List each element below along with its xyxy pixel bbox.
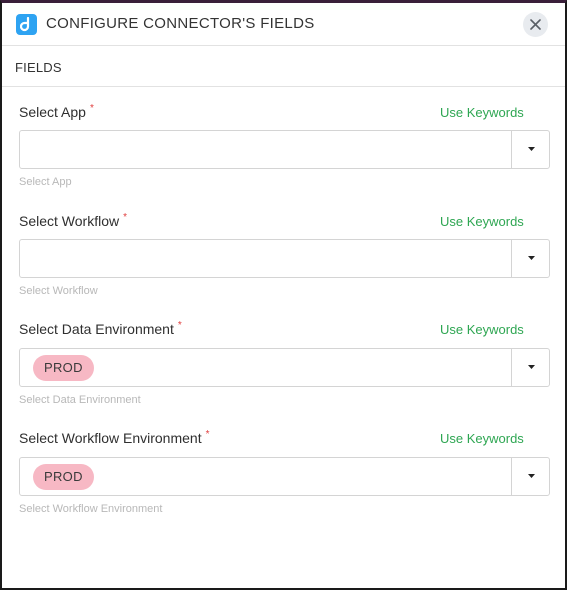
selected-tag-prod[interactable]: PROD (33, 355, 94, 381)
caret-down-icon (528, 256, 535, 260)
select-app-input[interactable] (19, 130, 512, 169)
select-workflow-input[interactable] (19, 239, 512, 278)
select-data-environment-dropdown-button[interactable] (511, 348, 550, 387)
select-workflow-environment-input[interactable]: PROD (19, 457, 512, 496)
close-icon (530, 19, 541, 30)
fields-section-label: FIELDS (15, 60, 62, 75)
select-workflow-environment-label-text: Select Workflow Environment (19, 430, 202, 446)
required-marker: * (89, 103, 94, 114)
caret-down-icon (528, 474, 535, 478)
select-workflow-dropdown-button[interactable] (511, 239, 550, 278)
select-data-environment-input[interactable]: PROD (19, 348, 512, 387)
select-app-dropdown-button[interactable] (511, 130, 550, 169)
caret-down-icon (528, 147, 535, 151)
connector-logo-icon (16, 14, 37, 35)
dialog: CONFIGURE CONNECTOR'S FIELDS FIELDS Sele… (0, 0, 567, 590)
required-marker: * (205, 429, 210, 440)
select-workflow-environment-label: Select Workflow Environment * (19, 429, 210, 446)
select-data-environment-label: Select Data Environment * (19, 320, 182, 337)
selected-tag-prod[interactable]: PROD (33, 464, 94, 490)
select-app-label-text: Select App (19, 104, 86, 120)
select-workflow-label-text: Select Workflow (19, 213, 120, 229)
dialog-title: CONFIGURE CONNECTOR'S FIELDS (46, 15, 315, 32)
select-workflow-hint: Select Workflow (19, 285, 98, 297)
select-workflow-environment-dropdown-button[interactable] (511, 457, 550, 496)
required-marker: * (123, 212, 128, 223)
dialog-header: CONFIGURE CONNECTOR'S FIELDS (2, 3, 565, 46)
select-workflow-environment-hint: Select Workflow Environment (19, 503, 163, 515)
select-workflow-label: Select Workflow * (19, 212, 128, 229)
select-data-environment-hint: Select Data Environment (19, 394, 141, 406)
select-data-environment-label-text: Select Data Environment (19, 321, 174, 337)
use-keywords-link-app[interactable]: Use Keywords (440, 105, 524, 120)
use-keywords-link-workflow-environment[interactable]: Use Keywords (440, 431, 524, 446)
required-marker: * (177, 320, 182, 331)
caret-down-icon (528, 365, 535, 369)
use-keywords-link-workflow[interactable]: Use Keywords (440, 214, 524, 229)
select-app-hint: Select App (19, 176, 72, 188)
close-button[interactable] (523, 12, 548, 37)
select-app-label: Select App * (19, 103, 94, 120)
fields-section-header: FIELDS (2, 46, 565, 87)
use-keywords-link-data-environment[interactable]: Use Keywords (440, 322, 524, 337)
